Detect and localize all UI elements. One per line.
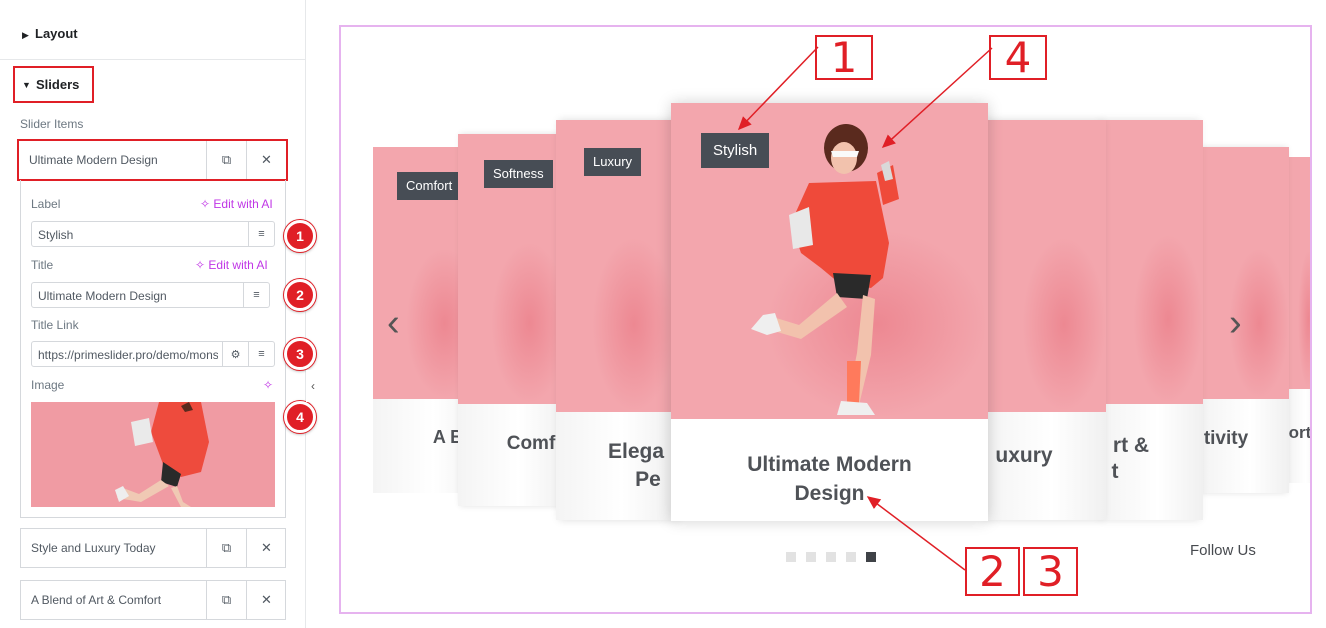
slide-image xyxy=(986,120,1106,412)
close-icon[interactable]: ✕ xyxy=(246,529,286,567)
slide-card-active[interactable]: Stylish Ultimate Modern Design xyxy=(671,103,988,521)
slide-card[interactable]: uxury xyxy=(986,120,1106,520)
slide-label: Softness xyxy=(484,160,553,188)
image-thumbnail xyxy=(115,402,209,507)
slide-card[interactable]: ort xyxy=(1289,157,1312,483)
slide-title: uxury xyxy=(995,444,1053,467)
callout-box-3: 3 xyxy=(1023,547,1078,596)
duplicate-icon[interactable]: ⧉ xyxy=(206,581,246,619)
slide-title: Comf xyxy=(506,433,556,454)
image-preview[interactable] xyxy=(31,402,275,507)
title-field-label: Title xyxy=(31,258,54,272)
slide-title-line2: t xyxy=(1111,460,1119,483)
slide-card[interactable]: rt & t xyxy=(1103,120,1203,520)
caret-right-icon: ▶ xyxy=(22,30,29,40)
callout-box-1: 1 xyxy=(815,33,873,82)
next-arrow-icon[interactable]: › xyxy=(1229,302,1242,345)
dynamic-tags-icon[interactable]: ≡ xyxy=(248,342,274,366)
edit-with-ai-text: Edit with AI xyxy=(213,197,273,211)
pagination-dot[interactable] xyxy=(846,552,856,562)
app-root: ▶ Layout ▼ Sliders Slider Items Ultimate… xyxy=(0,0,1326,628)
follow-us-text[interactable]: Follow Us xyxy=(1190,542,1256,559)
slide-title: ort xyxy=(1289,423,1312,442)
slide-label: Stylish xyxy=(701,133,770,168)
editor-panel: ▶ Layout ▼ Sliders Slider Items Ultimate… xyxy=(0,0,316,628)
slide-card[interactable]: Luxury Elega Pe xyxy=(556,120,676,520)
section-sliders[interactable]: ▼ Sliders xyxy=(13,66,94,103)
pagination-dot[interactable] xyxy=(806,552,816,562)
slider-item[interactable]: A Blend of Art & Comfort ⧉ ✕ xyxy=(20,580,286,620)
slider-items-label: Slider Items xyxy=(20,117,84,131)
pagination-dot[interactable] xyxy=(786,552,796,562)
annotation-badge-4: 4 xyxy=(284,401,316,433)
close-icon[interactable]: ✕ xyxy=(246,141,286,179)
edit-with-ai-link[interactable]: ✧ Edit with AI xyxy=(195,258,268,272)
prev-arrow-icon[interactable]: ‹ xyxy=(387,302,400,345)
slider-item-title: A Blend of Art & Comfort xyxy=(31,593,162,607)
label-input-value: Stylish xyxy=(38,228,74,242)
slide-label: Luxury xyxy=(584,148,642,176)
preview-canvas: Comfort A B Softness Comf Luxury Elega P… xyxy=(339,25,1312,614)
section-layout-title: Layout xyxy=(35,26,78,41)
slide-title-line2: Pe xyxy=(635,468,661,491)
slide-title-line1: Elega xyxy=(607,440,665,463)
ai-sparkle-icon[interactable]: ✧ xyxy=(263,378,273,392)
title-link-input-value: https://primeslider.pro/demo/mons xyxy=(38,348,218,362)
edit-with-ai-link[interactable]: ✧ Edit with AI xyxy=(200,197,273,211)
slide-image xyxy=(1103,120,1203,404)
callout-box-4: 4 xyxy=(989,33,1047,82)
label-field-label: Label xyxy=(31,197,61,211)
slider-item[interactable]: Style and Luxury Today ⧉ ✕ xyxy=(20,528,286,568)
annotation-badge-1: 1 xyxy=(284,220,316,252)
slide-card[interactable]: Softness Comf xyxy=(458,134,568,506)
slide-image xyxy=(1289,157,1310,389)
slider-item-title: Ultimate Modern Design xyxy=(29,153,158,167)
duplicate-icon[interactable]: ⧉ xyxy=(206,529,246,567)
dynamic-tags-icon[interactable]: ≡ xyxy=(248,222,274,246)
slide-label: Comfort xyxy=(397,172,462,200)
image-field-label: Image xyxy=(31,378,65,392)
dynamic-tags-icon[interactable]: ≡ xyxy=(243,283,269,307)
title-link-field-label: Title Link xyxy=(31,318,79,332)
slide-title-line2[interactable]: Design xyxy=(671,480,988,508)
caret-down-icon: ▼ xyxy=(22,80,31,90)
annotation-badge-3: 3 xyxy=(284,338,316,370)
slider-item-title: Style and Luxury Today xyxy=(31,541,156,555)
duplicate-icon[interactable]: ⧉ xyxy=(206,141,246,179)
callout-box-2: 2 xyxy=(965,547,1020,596)
edit-with-ai-text: Edit with AI xyxy=(208,258,268,272)
annotation-badge-2: 2 xyxy=(284,279,316,311)
title-link-input[interactable]: https://primeslider.pro/demo/mons ⚙ ≡ xyxy=(31,341,275,367)
collapse-panel-button[interactable]: ‹ xyxy=(306,370,320,402)
section-sliders-title: Sliders xyxy=(36,77,80,92)
close-icon[interactable]: ✕ xyxy=(246,581,286,619)
slide-title-line1[interactable]: Ultimate Modern xyxy=(671,451,988,479)
label-input[interactable]: Stylish ≡ xyxy=(31,221,275,247)
title-input-value: Ultimate Modern Design xyxy=(38,289,167,303)
slide-image xyxy=(1203,147,1289,399)
title-input[interactable]: Ultimate Modern Design ≡ xyxy=(31,282,270,308)
slide-title-line1: rt & xyxy=(1112,434,1150,457)
section-layout[interactable]: ▶ Layout xyxy=(0,10,306,60)
pagination-dot[interactable] xyxy=(826,552,836,562)
slide-card[interactable]: tivity xyxy=(1203,147,1289,493)
gear-icon[interactable]: ⚙ xyxy=(222,342,248,366)
pagination-dot-active[interactable] xyxy=(866,552,876,562)
slider-item-active[interactable]: Ultimate Modern Design ⧉ ✕ xyxy=(17,139,288,181)
slide-title: tivity xyxy=(1203,428,1249,449)
